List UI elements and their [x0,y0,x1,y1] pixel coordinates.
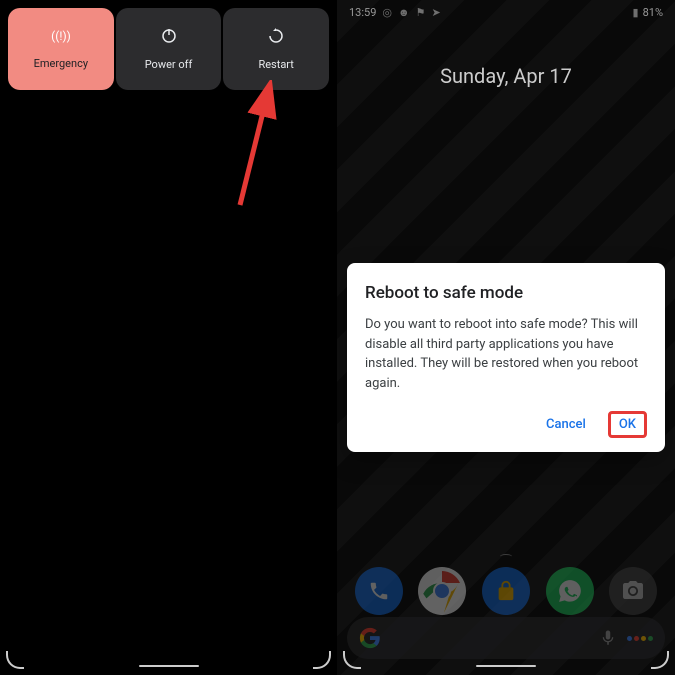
lock-date: Sunday, Apr 17 [337,64,675,88]
annotation-arrow [230,80,290,210]
nav-gesture-bar [0,649,337,669]
ok-button[interactable]: OK [608,411,647,438]
telegram-icon: ➤ [431,6,440,19]
power-icon [161,28,177,48]
power-off-button[interactable]: Power off [116,8,222,90]
phone-screen-power-menu: ((!)) Emergency Power off Restart [0,0,337,675]
reddit-icon: ☻ [398,6,410,19]
power-off-label: Power off [145,58,193,71]
nav-gesture-bar [337,649,675,669]
power-menu: ((!)) Emergency Power off Restart [0,0,337,98]
status-battery: 81% [643,6,663,19]
battery-icon: ▮ [633,6,639,19]
cancel-button[interactable]: Cancel [538,411,594,438]
emergency-button[interactable]: ((!)) Emergency [8,8,114,90]
restart-label: Restart [258,58,293,71]
status-bar: 13:59 ◎ ☻ ⚑ ➤ ▮ 81% [337,0,675,24]
dialog-title: Reboot to safe mode [365,283,647,303]
emergency-icon: ((!)) [51,28,71,47]
emergency-label: Emergency [34,57,88,70]
phone-screen-dialog: 13:59 ◎ ☻ ⚑ ➤ ▮ 81% Sunday, Apr 17 Reboo… [337,0,675,675]
restart-button[interactable]: Restart [223,8,329,90]
dialog-body: Do you want to reboot into safe mode? Th… [365,315,647,393]
restart-icon [268,28,284,48]
status-time: 13:59 [349,6,376,19]
instagram-icon: ◎ [382,6,392,19]
flag-icon: ⚑ [416,6,426,19]
safe-mode-dialog: Reboot to safe mode Do you want to reboo… [347,263,665,452]
svg-text:((!)): ((!)) [51,29,71,43]
